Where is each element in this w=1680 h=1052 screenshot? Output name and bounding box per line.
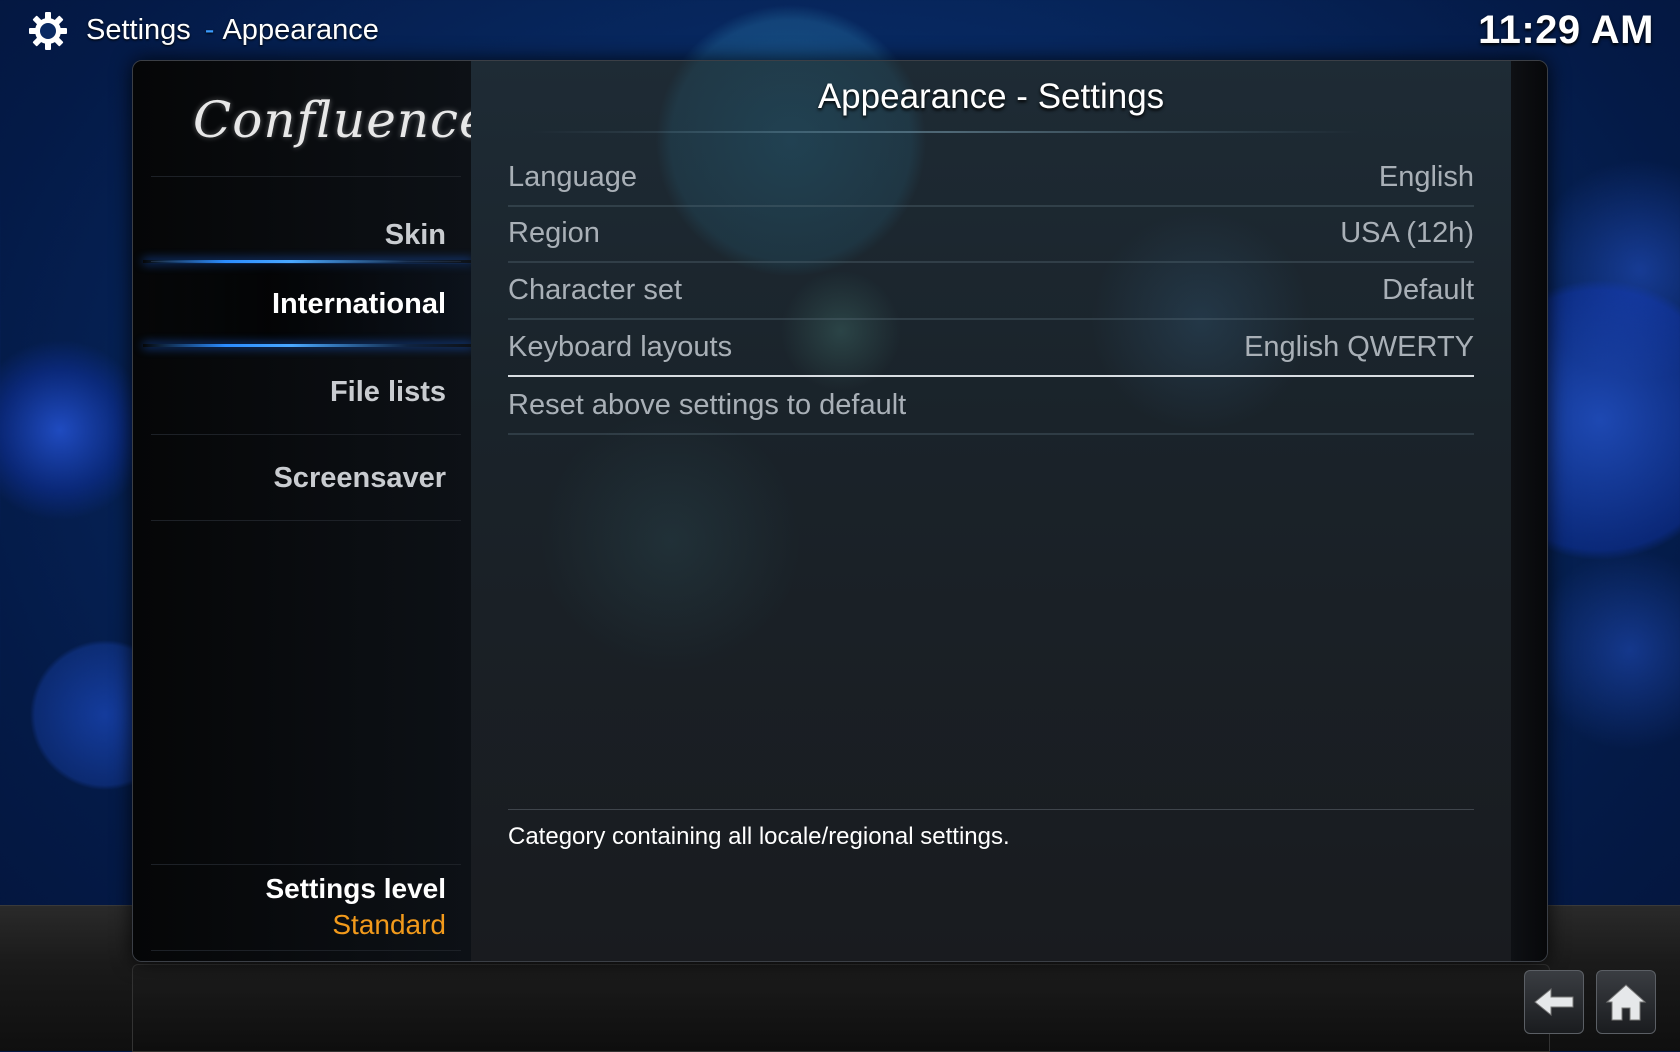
setting-value: USA (12h) [1340, 216, 1474, 249]
divider [151, 950, 461, 951]
back-button[interactable] [1524, 970, 1584, 1034]
setting-value: English [1378, 160, 1474, 193]
settings-content: Appearance - Settings x Language English… [471, 61, 1511, 961]
setting-label: Keyboard layouts [508, 330, 733, 363]
breadcrumb-separator: - [204, 14, 215, 46]
help-divider [508, 809, 1474, 810]
breadcrumb-section: Settings [86, 14, 191, 46]
setting-label: Character set [508, 273, 683, 306]
sidebar-item-international[interactable]: International [133, 264, 471, 344]
setting-row-character-set[interactable]: Character set Default [508, 262, 1474, 320]
settings-level-value[interactable]: Standard [332, 909, 446, 941]
help-text: Category containing all locale/regional … [508, 823, 1010, 850]
clock: 11:29 AM [1478, 8, 1654, 52]
sidebar: Confluence Skin International File lists… [133, 61, 490, 961]
home-icon [1605, 984, 1647, 1021]
focus-glow-top [143, 260, 473, 263]
content-edge [1511, 61, 1547, 961]
sidebar-item-label: Screensaver [273, 461, 446, 494]
breadcrumb-subsection: Appearance [222, 14, 379, 46]
breadcrumb: Settings - Appearance [86, 14, 379, 47]
divider [151, 864, 461, 865]
setting-value: Default [1382, 273, 1474, 306]
sidebar-item-label: File lists [329, 375, 446, 408]
back-arrow-icon [1534, 987, 1574, 1017]
setting-label: Language [508, 160, 638, 193]
setting-row-keyboard-layouts[interactable]: Keyboard layouts English QWERTY [508, 319, 1474, 377]
confluence-logo: Confluence [193, 91, 490, 149]
setting-row-language[interactable]: Language English [508, 149, 1474, 207]
title-underline [531, 131, 1361, 133]
setting-row-region[interactable]: Region USA (12h) [508, 205, 1474, 263]
divider [151, 520, 461, 521]
settings-window: Confluence Skin International File lists… [132, 60, 1548, 962]
sidebar-item-file-lists[interactable]: File lists [133, 349, 471, 435]
sidebar-item-label: Skin [384, 218, 446, 251]
setting-row-reset[interactable]: Reset above settings to default [508, 377, 1474, 435]
setting-value: English QWERTY [1244, 330, 1474, 363]
bottom-panel [132, 964, 1550, 1052]
setting-label: Region [508, 216, 600, 249]
home-button[interactable] [1596, 970, 1656, 1034]
focus-glow-bottom [143, 344, 473, 347]
dialog-title: Appearance - Settings [817, 77, 1165, 116]
gear-icon [29, 12, 67, 50]
settings-level-label[interactable]: Settings level [265, 873, 446, 905]
sidebar-item-label: International [271, 287, 446, 320]
divider [151, 176, 461, 177]
setting-label: Reset above settings to default [508, 388, 907, 421]
sidebar-item-screensaver[interactable]: Screensaver [133, 435, 471, 521]
top-bar: Settings - Appearance 11:29 AM [0, 0, 1680, 60]
